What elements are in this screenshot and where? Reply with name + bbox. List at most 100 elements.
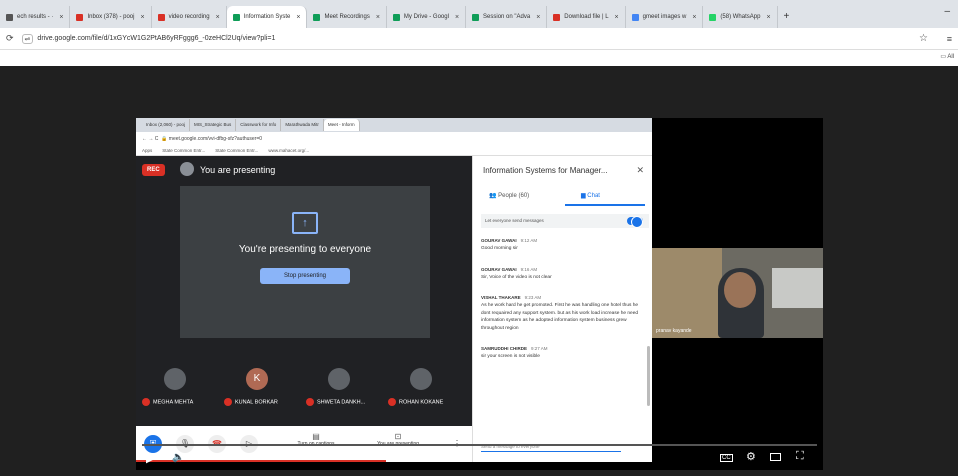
browser-tab[interactable]: (58) WhatsApp ×: [703, 6, 778, 28]
tab-label: Meet Recordings: [324, 14, 370, 20]
browser-tab[interactable]: Inbox (378) - pooj ×: [70, 6, 152, 28]
tab-label: ech results - ·: [17, 14, 54, 20]
participant-tile: MEGHA MEHTA: [142, 356, 212, 412]
tab-close-icon[interactable]: ×: [455, 14, 459, 21]
browser-tab[interactable]: Download file | L ×: [547, 6, 626, 28]
video-player-controls: ▶ 🔈 18:14 / 50:27 CC ⚙ ⛶: [136, 444, 823, 470]
inner-tab: Classwork for Info: [236, 119, 282, 131]
participant-avatar: [410, 368, 432, 390]
camera-name-label: pranav kayande: [656, 328, 692, 334]
participant-tile: SHWETA DANKH...: [306, 356, 376, 412]
video-progress-bar[interactable]: [142, 444, 817, 446]
participant-tiles: MEGHA MEHTA K KUNAL BORKAR SHWETA DANKH... R…: [136, 356, 472, 412]
mic-off-icon: [306, 398, 314, 406]
tab-chat[interactable]: ▆ Chat: [581, 192, 600, 199]
captions-cc-icon[interactable]: CC: [720, 454, 733, 462]
browser-tab[interactable]: My Drive - Googl ×: [387, 6, 467, 28]
allow-messages-label: Let everyone send messages: [485, 218, 544, 223]
url-input[interactable]: drive.google.com/file/d/1xGYcW1G2PtAB6yR…: [37, 35, 275, 42]
message-header: GOURAV GAWAI 9:12 AM: [481, 238, 641, 243]
presenting-message: You're presenting to everyone: [238, 244, 372, 255]
tab-favicon-icon: [157, 13, 165, 21]
new-tab-button[interactable]: +: [784, 6, 790, 28]
tab-close-icon[interactable]: ×: [766, 14, 770, 21]
inner-bookmark: Apps: [142, 147, 153, 153]
participant-avatar: [164, 368, 186, 390]
tab-favicon-icon: [76, 13, 84, 21]
allow-messages-toggle[interactable]: [627, 216, 643, 228]
meet-stage: REC You are presenting ↑ You're presenti…: [136, 156, 472, 462]
chat-scrollbar[interactable]: [647, 346, 650, 406]
browser-tab[interactable]: video recording ×: [152, 6, 227, 28]
allow-messages-row: Let everyone send messages: [481, 214, 649, 228]
participant-tile: K KUNAL BORKAR: [224, 356, 294, 412]
mic-off-icon: [224, 398, 232, 406]
video-time: 18:14 / 50:27: [192, 454, 228, 460]
inner-bookmark: www.mahacet.org/...: [268, 147, 310, 153]
participant-name-row: SHWETA DANKH...: [306, 398, 396, 406]
participant-name: SHWETA DANKH...: [317, 399, 366, 406]
tab-people[interactable]: 👥 People (60): [489, 192, 529, 199]
tab-label: Download file | L: [564, 14, 609, 20]
rec-badge: REC: [142, 164, 165, 176]
tab-close-icon[interactable]: ×: [216, 14, 220, 21]
participant-name: ROHAN KOKANE: [399, 399, 444, 406]
inner-bookmarks-bar: Apps State Common Entr... State Common Ent…: [136, 145, 652, 156]
tab-label: My Drive - Googl: [403, 14, 449, 20]
inner-tab-bar: Inbox (2,060) - pooj MIS_Strategic Bus Cla…: [136, 118, 652, 132]
participant-name: KUNAL BORKAR: [235, 399, 278, 406]
message-header: GOURAV GAWAI 9:16 AM: [481, 267, 641, 272]
tab-favicon-icon: [6, 13, 13, 21]
browser-tab[interactable]: Meet Recordings ×: [307, 6, 387, 28]
tab-close-icon[interactable]: ×: [536, 14, 540, 21]
browser-tab[interactable]: Session on "Adva ×: [466, 6, 548, 28]
chat-message: SAMRUDDHI CHIRDE 9:27 AM sir your screen i…: [481, 346, 641, 361]
chat-messages: GOURAV GAWAI 9:12 AM Good morning sir GOURA…: [481, 238, 641, 375]
browser-tab[interactable]: ech results - · ×: [0, 6, 71, 28]
inner-url: meet.google.com/vvi-dfbg-sfz?authuser=0: [168, 135, 263, 142]
fullscreen-icon[interactable]: ⛶: [796, 450, 804, 463]
gear-icon[interactable]: ⚙: [746, 450, 756, 463]
reload-icon[interactable]: ⟳: [6, 33, 14, 44]
message-author: SAMRUDDHI CHIRDE: [481, 346, 527, 351]
tab-close-icon[interactable]: ×: [296, 14, 300, 21]
inner-bookmark: State Common Entr...: [162, 147, 206, 153]
bookmark-star-icon[interactable]: ☆: [919, 33, 928, 44]
browser-tab[interactable]: Information Syste ×: [226, 6, 308, 28]
bookmarks-bar: ▭ All: [0, 50, 958, 66]
tab-strip: ech results - · × Inbox (378) - pooj × video…: [0, 0, 778, 28]
tab-close-icon[interactable]: ×: [692, 14, 696, 21]
close-icon[interactable]: ✕: [636, 165, 644, 176]
volume-icon[interactable]: 🔈: [172, 452, 184, 463]
person-face: [724, 272, 756, 308]
tab-favicon-icon: [709, 13, 717, 21]
recorded-browser-window: Inbox (2,060) - pooj MIS_Strategic Bus Cla…: [136, 118, 652, 462]
minimize-button[interactable]: –: [944, 6, 950, 17]
tab-label: gmeet images w: [642, 14, 687, 20]
miniplayer-icon[interactable]: [770, 453, 781, 461]
message-author: GOURAV GAWAI: [481, 266, 517, 272]
mic-off-icon: [142, 398, 150, 406]
tab-close-icon[interactable]: ×: [376, 14, 380, 21]
browser-tab[interactable]: gmeet images w ×: [626, 6, 704, 28]
inner-nav-icons: ← → C 🔒: [142, 135, 169, 142]
background-wall: [652, 248, 722, 338]
address-bar: ⟳ ⇌ drive.google.com/file/d/1xGYcW1G2PtA…: [0, 28, 958, 50]
tab-label: (58) WhatsApp: [720, 14, 761, 20]
inner-tab: Marathwada Mitr: [281, 119, 324, 131]
presenter-avatar: [180, 162, 194, 176]
tab-favicon-icon: [392, 13, 400, 21]
tab-close-icon[interactable]: ×: [140, 14, 144, 21]
play-icon[interactable]: ▶: [146, 452, 154, 465]
inner-bookmark: State Common Entr...: [215, 147, 259, 153]
extensions-icon[interactable]: ≡: [947, 34, 952, 44]
tab-close-icon[interactable]: ×: [59, 14, 63, 21]
tab-close-icon[interactable]: ×: [615, 14, 619, 21]
tab-label: video recording: [168, 14, 210, 20]
inner-tab: Meet - Inform: [323, 119, 360, 131]
camera-feed: pranav kayande: [652, 248, 823, 338]
all-bookmarks-button[interactable]: ▭ All: [940, 53, 954, 60]
message-header: SAMRUDDHI CHIRDE 9:27 AM: [481, 346, 641, 351]
stop-presenting-button[interactable]: Stop presenting: [260, 268, 350, 284]
site-info-icon[interactable]: ⇌: [21, 33, 34, 44]
